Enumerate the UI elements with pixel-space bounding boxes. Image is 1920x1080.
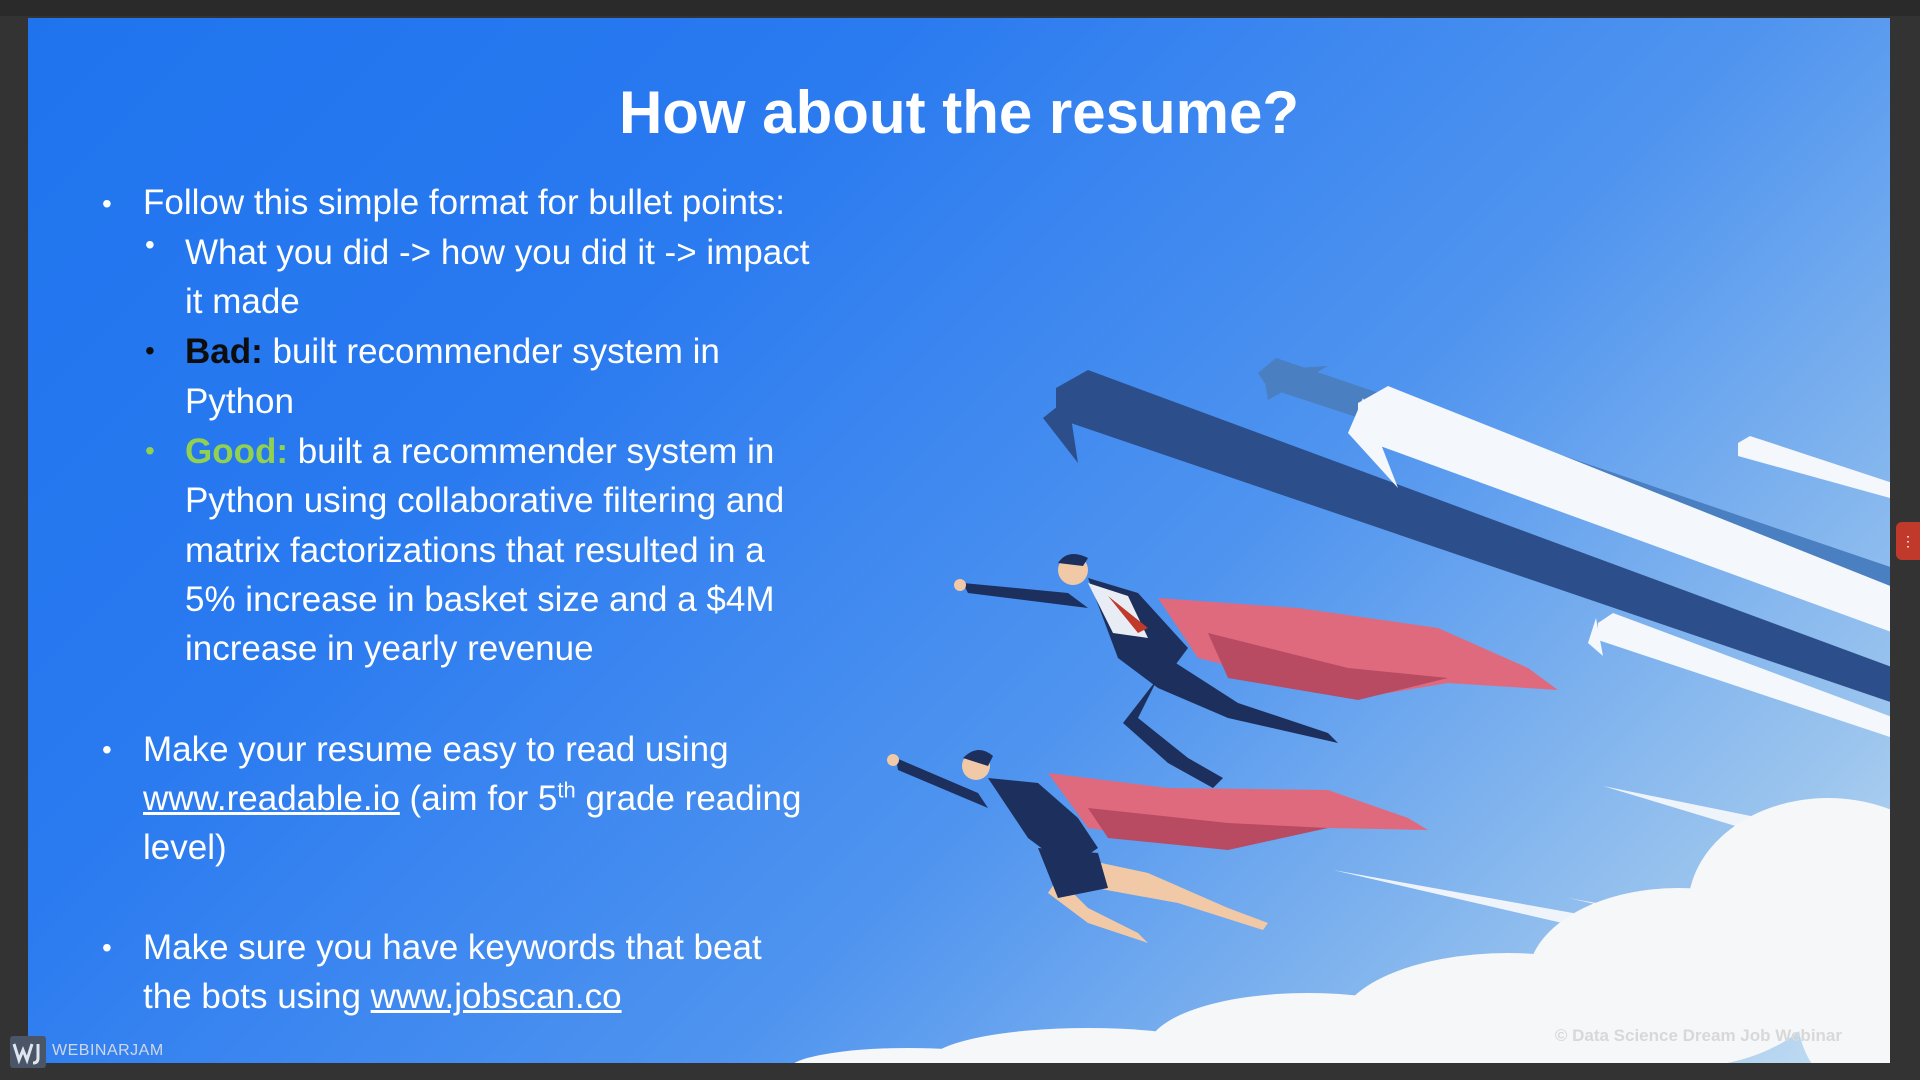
keywords-prefix: the bots using: [143, 977, 371, 1016]
bullet-marker: •: [145, 435, 155, 466]
bullet-readable-line1: Make your resume easy to read using: [143, 730, 729, 769]
good-label: Good:: [185, 432, 289, 471]
bullet-keywords-line1: Make sure you have keywords that beat: [143, 928, 762, 967]
readable-grade-text: grade reading: [575, 779, 802, 818]
clouds: [794, 798, 1890, 1063]
webinarjam-brand: WEBINARJAM: [52, 1042, 164, 1059]
slide-bullet-list: • Follow this simple format for bullet p…: [28, 18, 928, 1063]
bad-label: Bad:: [185, 332, 263, 371]
bullet-marker: •: [145, 335, 155, 366]
copyright-notice: © Data Science Dream Job Webinar: [1554, 1026, 1842, 1045]
bullet-readable-line2: www.readable.io (aim for 5th grade readi…: [143, 779, 801, 819]
bullet-format-text: Follow this simple format for bullet poi…: [143, 183, 785, 222]
side-panel-toggle[interactable]: ⋮: [1896, 522, 1920, 560]
sub-bullet-good-line5: increase in yearly revenue: [185, 629, 594, 668]
flying-businesswoman: [887, 749, 1428, 943]
webinarjam-logo-icon: [10, 1036, 46, 1068]
sub-bullet-good-line2: Python using collaborative filtering and: [185, 481, 785, 520]
sub-bullet-good-line3: matrix factorizations that resulted in a: [185, 531, 765, 570]
window-top-bar: [0, 0, 1920, 16]
readable-aim-text: (aim for 5: [399, 779, 558, 818]
readable-link[interactable]: www.readable.io: [143, 779, 400, 818]
bullet-marker: •: [102, 188, 112, 219]
sub-bullet-good-line1: Good: built a recommender system in: [185, 432, 774, 472]
bullet-readable-line3: level): [143, 828, 227, 867]
sub-bullet-bad-line2: Python: [185, 382, 294, 421]
bullet-marker: •: [145, 229, 155, 260]
bullet-marker: •: [102, 734, 112, 765]
presentation-slide: How about the resume? • Follow this simp…: [28, 18, 1890, 1063]
bullet-keywords-line2: the bots using www.jobscan.co: [143, 977, 622, 1017]
flying-businessman: [954, 554, 1558, 788]
sub-bullet-format-line2: it made: [185, 282, 300, 321]
sub-bullet-good-line4: 5% increase in basket size and a $4M: [185, 580, 775, 619]
bad-text: built recommender system in: [262, 332, 720, 371]
good-text: built a recommender system in: [288, 432, 775, 471]
sub-bullet-bad-line1: Bad: built recommender system in: [185, 332, 720, 372]
ordinal-suffix: th: [557, 777, 576, 803]
sub-bullet-format-line1: What you did -> how you did it -> impact: [185, 233, 810, 272]
bullet-marker: •: [102, 932, 112, 963]
jobscan-link[interactable]: www.jobscan.co: [371, 977, 622, 1016]
